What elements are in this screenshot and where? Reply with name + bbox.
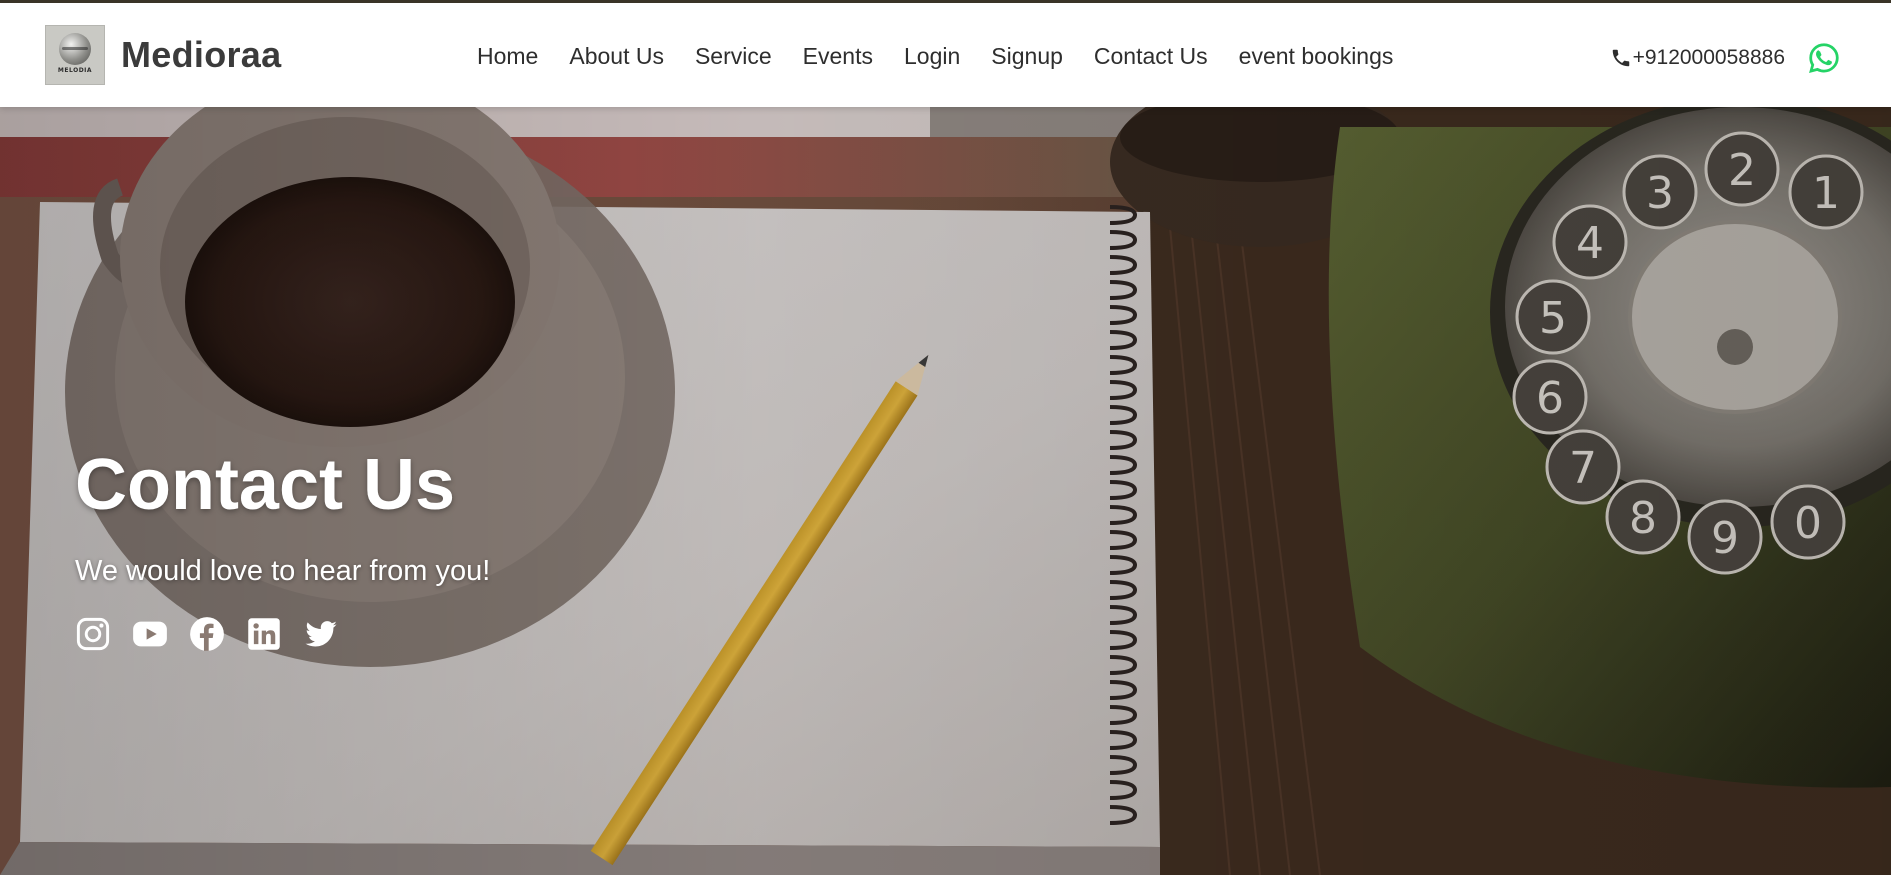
page-title: Contact Us	[75, 445, 456, 525]
nav-events[interactable]: Events	[803, 43, 873, 70]
facebook-link[interactable]	[189, 616, 225, 652]
youtube-link[interactable]	[132, 616, 168, 652]
brand[interactable]: MELODIA Medioraa	[45, 25, 281, 85]
nav-signup[interactable]: Signup	[991, 43, 1063, 70]
twitter-link[interactable]	[303, 616, 339, 652]
nav-service[interactable]: Service	[695, 43, 772, 70]
phone-number[interactable]: +912000058886	[1633, 46, 1785, 70]
top-navbar: MELODIA Medioraa Home About Us Service E…	[0, 0, 1891, 107]
youtube-icon	[133, 621, 167, 647]
instagram-icon	[76, 617, 110, 651]
logo-wordmark: MELODIA	[57, 66, 93, 74]
hero-content: Contact Us We would love to hear from yo…	[75, 449, 490, 652]
linkedin-link[interactable]	[246, 616, 282, 652]
social-links	[75, 616, 490, 652]
phone-icon	[1612, 49, 1629, 67]
main-nav: Home About Us Service Events Login Signu…	[477, 43, 1393, 70]
twitter-icon	[305, 621, 337, 647]
nav-login[interactable]: Login	[904, 43, 960, 70]
globe-icon	[59, 32, 91, 65]
hero-subtitle: We would love to hear from you!	[75, 555, 491, 587]
header-contact: +912000058886	[1610, 41, 1841, 75]
instagram-link[interactable]	[75, 616, 111, 652]
facebook-icon	[190, 617, 224, 651]
nav-contact-us[interactable]: Contact Us	[1094, 43, 1208, 70]
hero-banner: 1 2 3 4 5 6 7 8 9 0 Contact Us We would …	[0, 107, 1891, 875]
linkedin-icon	[248, 618, 280, 650]
nav-home[interactable]: Home	[477, 43, 538, 70]
nav-event-bookings[interactable]: event bookings	[1239, 43, 1394, 70]
nav-about-us[interactable]: About Us	[569, 43, 664, 70]
brand-name[interactable]: Medioraa	[121, 34, 281, 76]
whatsapp-icon[interactable]	[1807, 41, 1841, 75]
brand-logo[interactable]: MELODIA	[45, 25, 105, 85]
